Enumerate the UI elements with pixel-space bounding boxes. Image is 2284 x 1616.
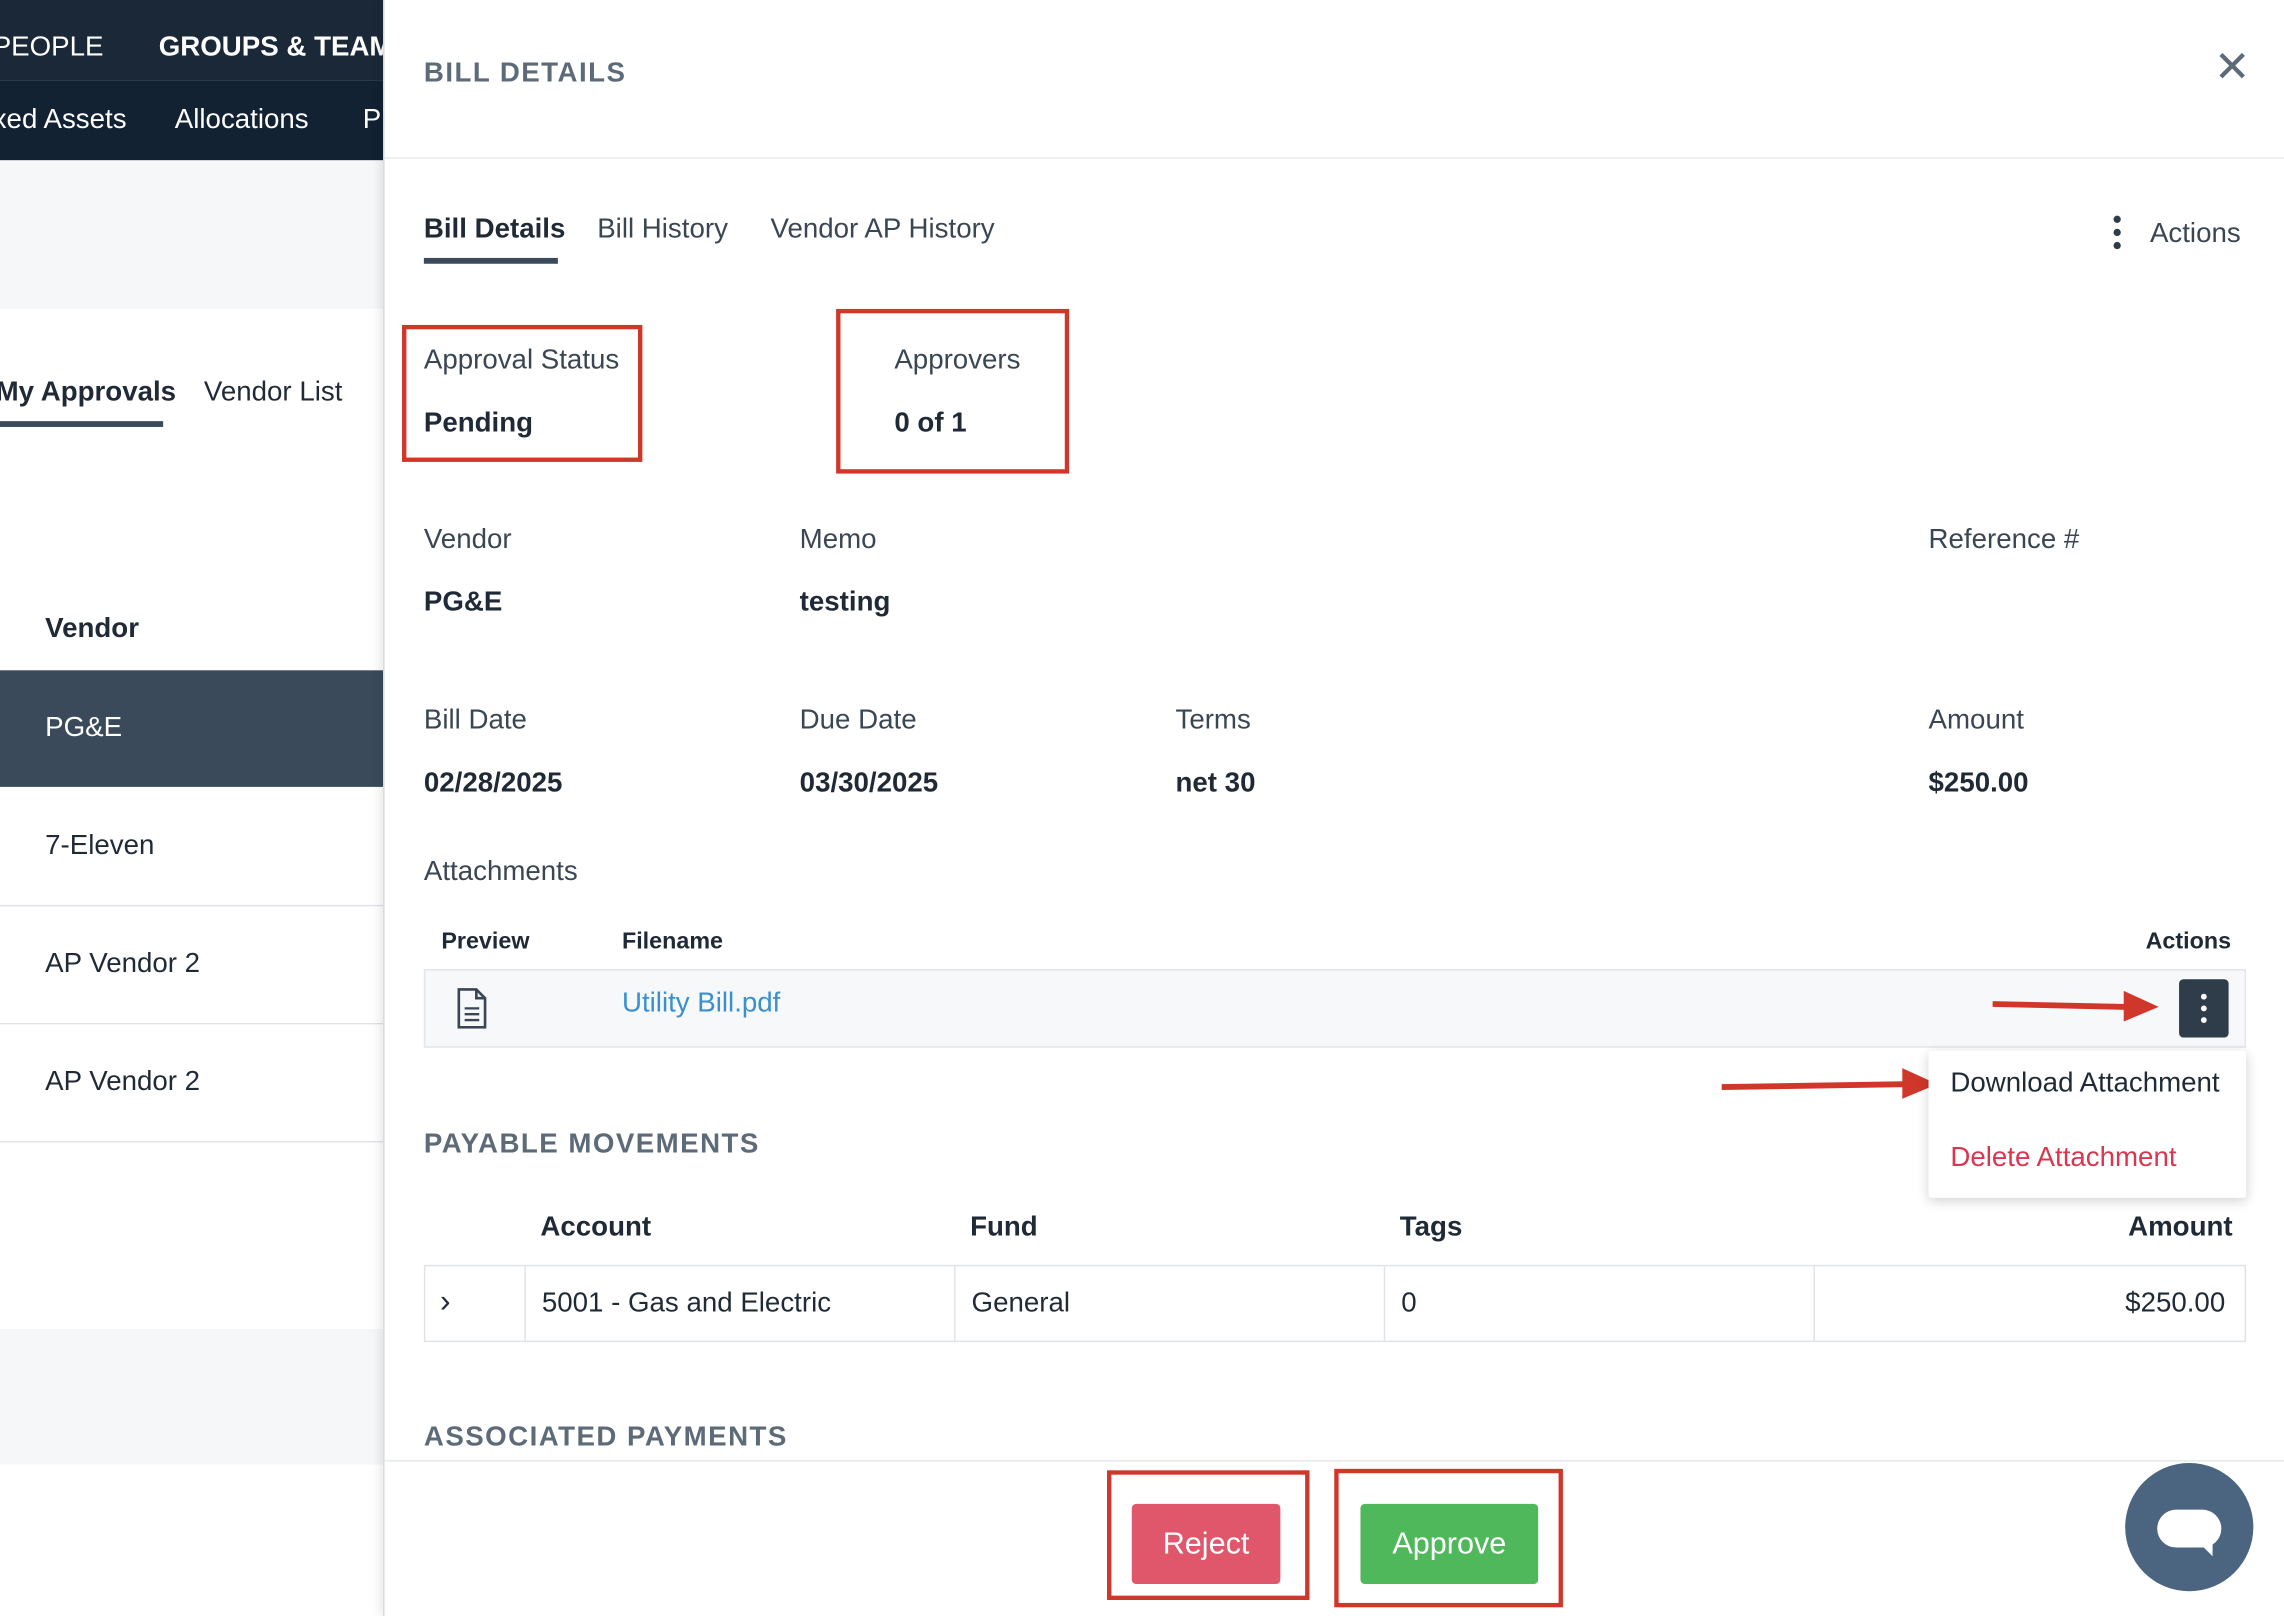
- amount-label: Amount: [1928, 705, 2024, 736]
- attachment-filename-link[interactable]: Utility Bill.pdf: [622, 988, 780, 1020]
- table-cell-divider: [954, 1266, 956, 1341]
- bill-date-label: Bill Date: [423, 705, 527, 736]
- annotation-arrow: [1992, 990, 2159, 1022]
- table-cell-divider: [1383, 1266, 1386, 1341]
- nav-groups-teams[interactable]: GROUPS & TEAMS: [159, 32, 411, 64]
- document-icon[interactable]: [456, 988, 488, 1029]
- reference-label: Reference #: [1928, 524, 2080, 556]
- annotation-box: [1334, 1468, 1563, 1608]
- panel-title: BILL DETAILS: [423, 58, 627, 89]
- table-cell-divider: [1813, 1266, 1815, 1341]
- nav-people[interactable]: PEOPLE: [0, 32, 103, 64]
- vendor-column-header: Vendor: [45, 613, 139, 645]
- due-date-label: Due Date: [799, 705, 917, 736]
- table-cell-divider: [524, 1266, 526, 1341]
- memo-label: Memo: [799, 524, 877, 556]
- kebab-dot: [2200, 1017, 2207, 1023]
- attachments-col-actions: Actions: [2145, 929, 2232, 955]
- annotation-box: [836, 308, 1070, 474]
- annotation-arrow: [1721, 1068, 1938, 1099]
- menu-item-download-attachment[interactable]: Download Attachment: [1950, 1068, 2219, 1100]
- annotation-box: [1107, 1470, 1310, 1601]
- amount-value: $250.00: [1928, 767, 2029, 799]
- pm-col-account: Account: [540, 1212, 652, 1243]
- pm-tags-value: 0: [1401, 1288, 1417, 1319]
- panel-footer: Reject Approve: [384, 1460, 2284, 1616]
- pm-fund-value: General: [971, 1288, 1071, 1319]
- list-item-vendor[interactable]: PG&E: [0, 670, 385, 787]
- tab-vendor-ap-history[interactable]: Vendor AP History: [771, 214, 995, 246]
- tab-underline: [0, 421, 164, 427]
- nav-fixed-assets[interactable]: xed Assets: [0, 105, 127, 137]
- tab-vendor-list[interactable]: Vendor List: [204, 377, 342, 409]
- pm-col-amount: Amount: [2128, 1212, 2233, 1243]
- screen: PEOPLE GROUPS & TEAMS xed Assets Allocat…: [0, 0, 2284, 1616]
- pm-col-tags: Tags: [1399, 1212, 1463, 1243]
- kebab-icon[interactable]: [2103, 213, 2132, 254]
- chevron-right-icon[interactable]: ›: [440, 1282, 451, 1320]
- nav-truncated[interactable]: P: [363, 105, 381, 137]
- left-pane-footer: [0, 1464, 385, 1616]
- annotation-box: [402, 324, 643, 462]
- attachments-heading: Attachments: [423, 856, 578, 888]
- bill-date-value: 02/28/2025: [423, 767, 563, 799]
- tab-bill-details[interactable]: Bill Details: [424, 214, 566, 246]
- actions-menu-label[interactable]: Actions: [2150, 219, 2241, 251]
- kebab-dot: [2200, 993, 2207, 1000]
- attachments-col-filename: Filename: [621, 929, 723, 955]
- terms-label: Terms: [1175, 705, 1251, 736]
- kebab-dot: [2200, 1005, 2207, 1012]
- associated-payments-heading: ASSOCIATED PAYMENTS: [423, 1422, 788, 1453]
- memo-value: testing: [799, 587, 891, 618]
- list-item-vendor[interactable]: AP Vendor 2: [0, 1024, 385, 1143]
- attachment-actions-menu: Download Attachment Delete Attachment: [1928, 1050, 2247, 1198]
- chat-launcher-button[interactable]: [2125, 1463, 2254, 1592]
- due-date-value: 03/30/2025: [799, 767, 939, 799]
- active-tab-underline: [423, 257, 558, 264]
- attachments-col-preview: Preview: [441, 929, 530, 955]
- list-item-vendor[interactable]: AP Vendor 2: [0, 906, 385, 1025]
- pm-col-fund: Fund: [970, 1212, 1038, 1243]
- chat-icon-tail: [2198, 1541, 2213, 1557]
- header-divider: [384, 157, 2284, 159]
- menu-item-delete-attachment[interactable]: Delete Attachment: [1950, 1142, 2176, 1174]
- attachment-actions-button[interactable]: [2179, 979, 2229, 1038]
- payable-movements-heading: PAYABLE MOVEMENTS: [423, 1129, 760, 1160]
- vendor-label: Vendor: [423, 524, 512, 556]
- list-item-vendor[interactable]: 7-Eleven: [0, 788, 385, 907]
- terms-value: net 30: [1175, 767, 1256, 799]
- pm-amount-value: $250.00: [2125, 1288, 2226, 1319]
- close-icon[interactable]: ✕: [2214, 46, 2251, 91]
- bill-details-panel: BILL DETAILS ✕ Bill Details Bill History…: [383, 0, 2284, 1616]
- nav-allocations[interactable]: Allocations: [175, 105, 309, 137]
- tab-my-approvals[interactable]: My Approvals: [0, 377, 176, 409]
- pm-account-value: 5001 - Gas and Electric: [541, 1288, 832, 1319]
- vendor-value: PG&E: [423, 587, 503, 618]
- tab-bill-history[interactable]: Bill History: [597, 214, 728, 246]
